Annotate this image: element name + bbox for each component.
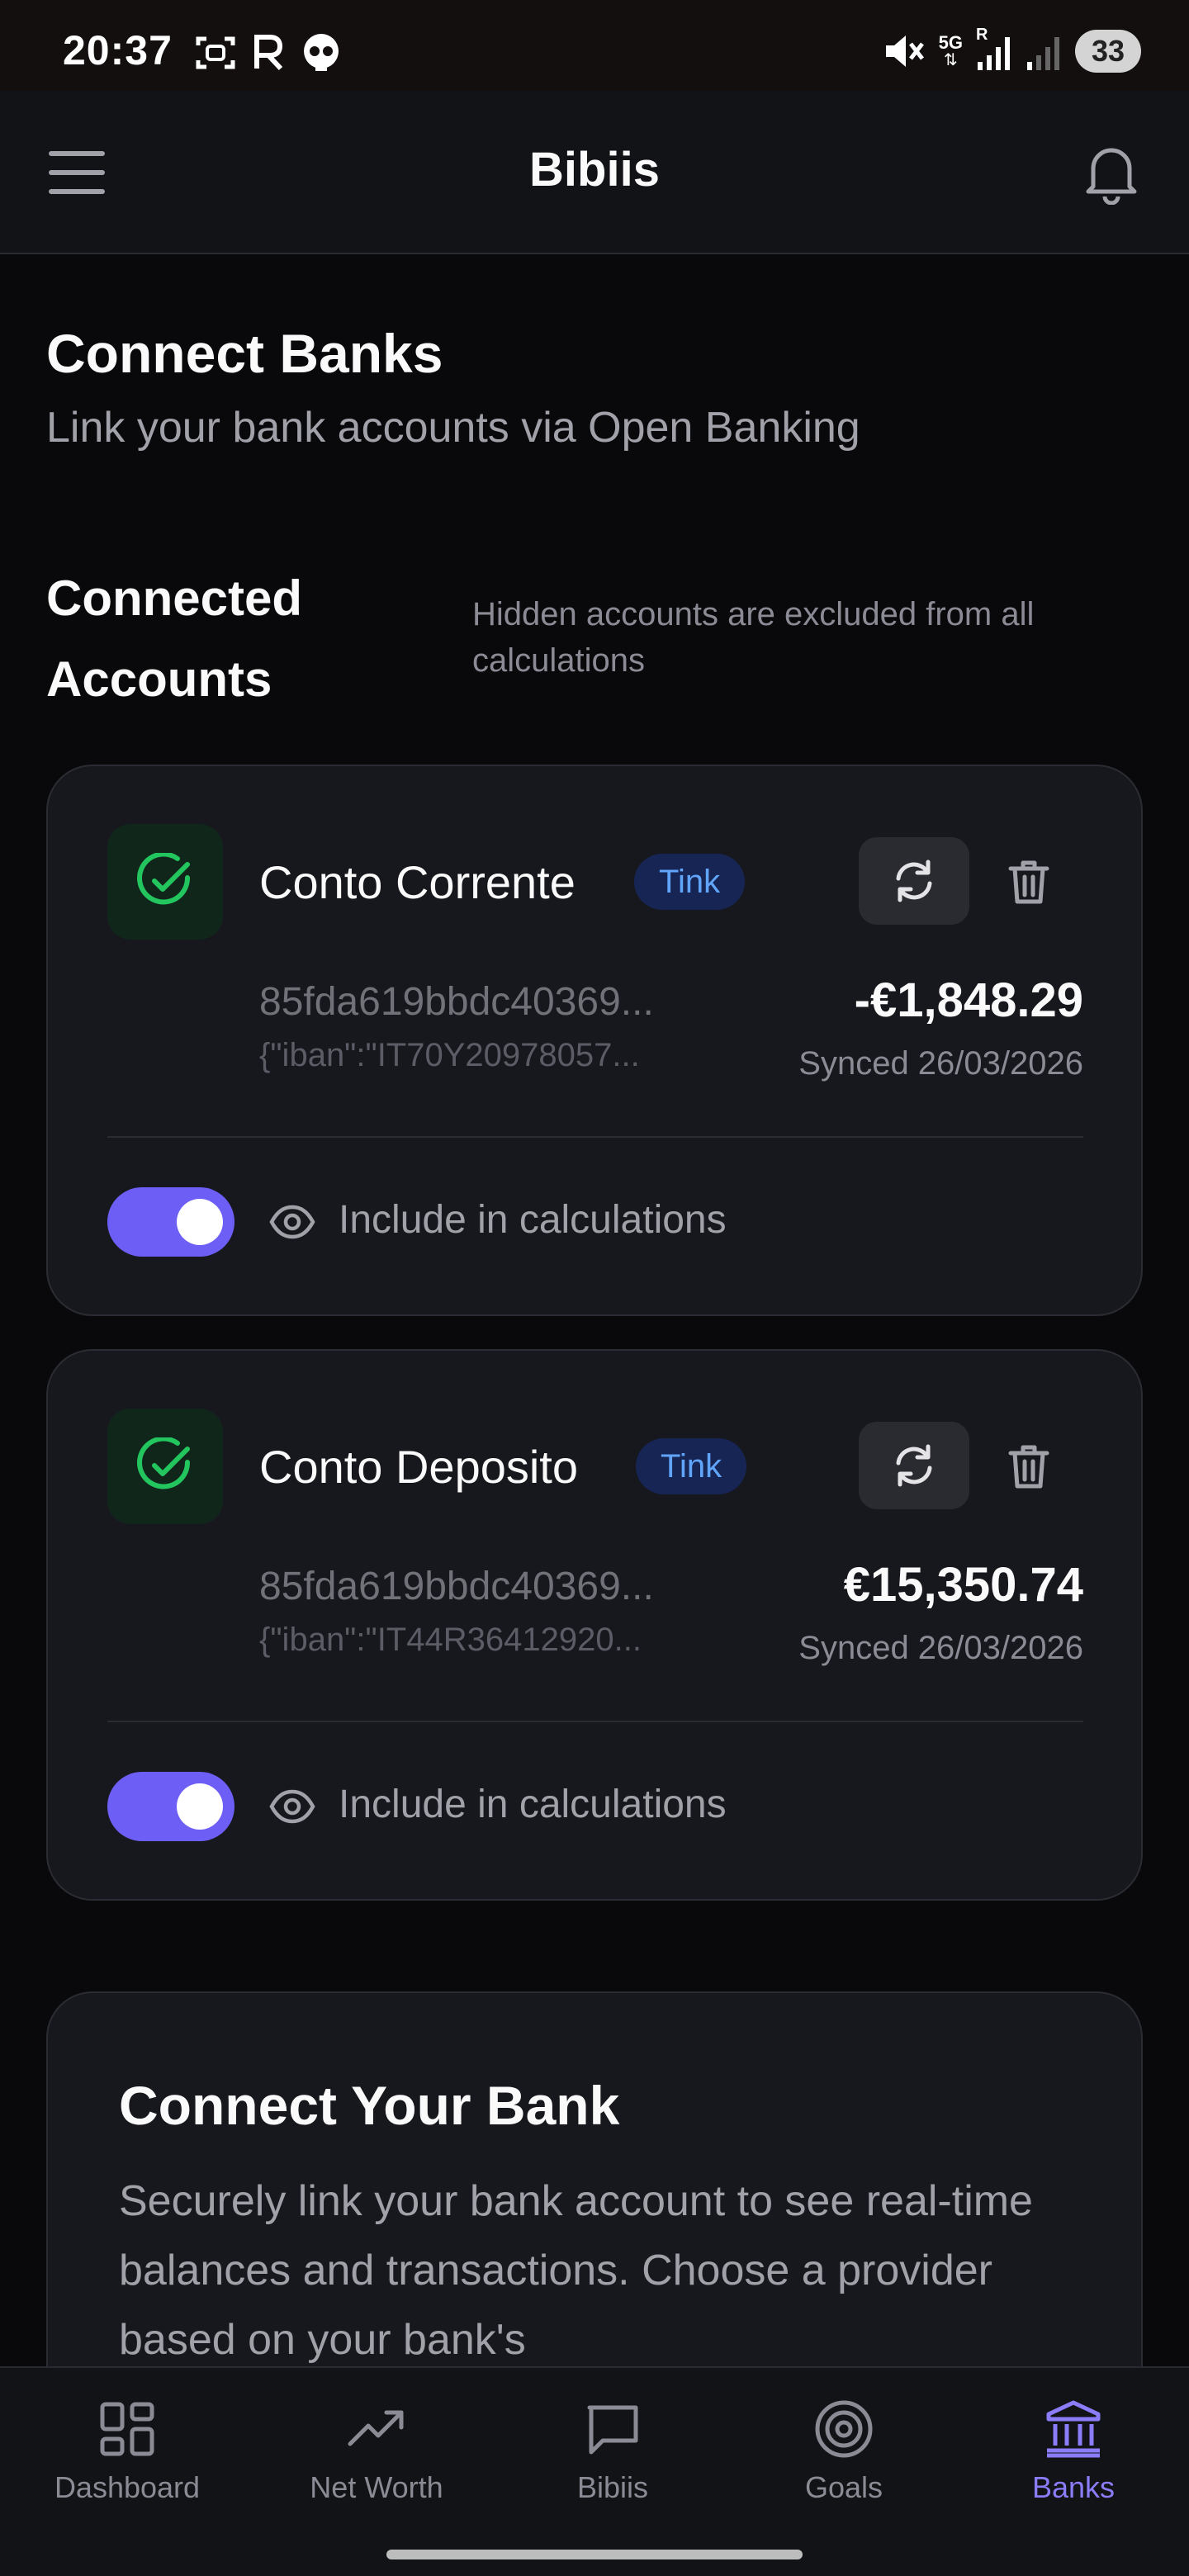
- include-label: Include in calculations: [339, 1783, 727, 1826]
- account-id: 85fda619bbdc40369...: [259, 1565, 654, 1608]
- refresh-button[interactable]: [859, 837, 969, 925]
- nav-label: Dashboard: [54, 2470, 201, 2504]
- refresh-icon: [896, 859, 932, 902]
- toggle-knob: [177, 1199, 223, 1245]
- account-balance: €15,350.74: [843, 1558, 1083, 1612]
- account-status-icon: [107, 824, 223, 940]
- app-title: Bibiis: [529, 143, 660, 197]
- account-iban: {"iban":"IT44R36412920...: [259, 1622, 642, 1658]
- account-name: Conto Deposito: [259, 1441, 579, 1493]
- signal-weak-icon: [1027, 37, 1059, 70]
- include-label: Include in calculations: [339, 1198, 727, 1242]
- trash-icon: [1008, 1445, 1049, 1489]
- nav-label: Banks: [1031, 2470, 1116, 2504]
- hidden-accounts-note: Hidden accounts are excluded from all ca…: [472, 596, 1035, 679]
- nav-item-dashboard[interactable]: Dashboard: [28, 2399, 226, 2505]
- provider-badge: Tink: [636, 1438, 747, 1494]
- include-toggle[interactable]: [107, 1772, 234, 1841]
- nav-label: Bibiis: [576, 2470, 649, 2504]
- status-time: 20:37: [63, 27, 173, 73]
- signal-icon: R: [976, 26, 1012, 72]
- eye-icon: [269, 1789, 315, 1824]
- account-id: 85fda619bbdc40369...: [259, 980, 654, 1024]
- account-balance: -€1,848.29: [854, 973, 1083, 1027]
- card-divider: [107, 1721, 1083, 1722]
- nav-item-banks[interactable]: Banks: [974, 2399, 1172, 2505]
- toggle-knob: [177, 1783, 223, 1830]
- network-indicator: 5G ⇅: [938, 32, 963, 69]
- bottom-nav: Dashboard Net Worth Bibiis Goals Banks: [0, 2366, 1189, 2576]
- account-synced: Synced 26/03/2026: [798, 1630, 1083, 1666]
- connect-bank-title: Connect Your Bank: [119, 2075, 620, 2136]
- chat-icon: [587, 2405, 638, 2455]
- skull-icon: [304, 34, 339, 71]
- trending-up-icon: [348, 2410, 404, 2446]
- status-bar: 20:37 5G ⇅ R 33: [0, 0, 1189, 91]
- nav-item-goals[interactable]: Goals: [745, 2399, 943, 2505]
- delete-button[interactable]: [996, 849, 1062, 915]
- screenshot-icon: [196, 36, 235, 69]
- mute-icon: [885, 36, 924, 67]
- account-name: Conto Corrente: [259, 856, 576, 908]
- check-circle-icon: [137, 1437, 191, 1489]
- home-indicator: [386, 2550, 803, 2559]
- dashboard-icon: [100, 2402, 154, 2456]
- network-label: 5G: [938, 32, 963, 53]
- nav-item-net-worth[interactable]: Net Worth: [277, 2399, 476, 2505]
- status-right-icons: 5G ⇅ R 33: [883, 26, 1141, 73]
- connected-accounts-title: Connected Accounts: [46, 571, 303, 707]
- nav-label: Goals: [804, 2470, 883, 2504]
- refresh-icon: [896, 1444, 932, 1487]
- include-toggle[interactable]: [107, 1187, 234, 1257]
- check-circle-icon: [137, 853, 191, 905]
- page-subtitle: Link your bank accounts via Open Banking: [46, 404, 860, 452]
- nav-item-bibiis[interactable]: Bibiis: [514, 2399, 712, 2505]
- nav-label: Net Worth: [310, 2470, 443, 2504]
- account-card: Conto Corrente Tink 85fda619bbdc40369...…: [46, 765, 1143, 1316]
- bank-icon: [1046, 2400, 1101, 2458]
- battery-icon: 33: [1075, 30, 1141, 73]
- card-divider: [107, 1136, 1083, 1138]
- app-header: Bibiis: [0, 91, 1189, 254]
- refresh-button[interactable]: [859, 1422, 969, 1509]
- eye-icon: [269, 1205, 315, 1239]
- target-icon: [815, 2400, 873, 2458]
- status-left-icons: [195, 33, 342, 73]
- r-app-icon: [254, 35, 283, 71]
- provider-badge: Tink: [634, 854, 746, 910]
- delete-button[interactable]: [996, 1433, 1062, 1499]
- bell-icon[interactable]: [1082, 142, 1141, 205]
- connect-bank-description: Securely link your bank account to see r…: [119, 2177, 1033, 2364]
- account-status-icon: [107, 1409, 223, 1524]
- trash-icon: [1008, 860, 1049, 904]
- account-synced: Synced 26/03/2026: [798, 1045, 1083, 1082]
- account-iban: {"iban":"IT70Y20978057...: [259, 1037, 640, 1073]
- account-card: Conto Deposito Tink 85fda619bbdc40369...…: [46, 1349, 1143, 1901]
- page-title: Connect Banks: [46, 323, 443, 384]
